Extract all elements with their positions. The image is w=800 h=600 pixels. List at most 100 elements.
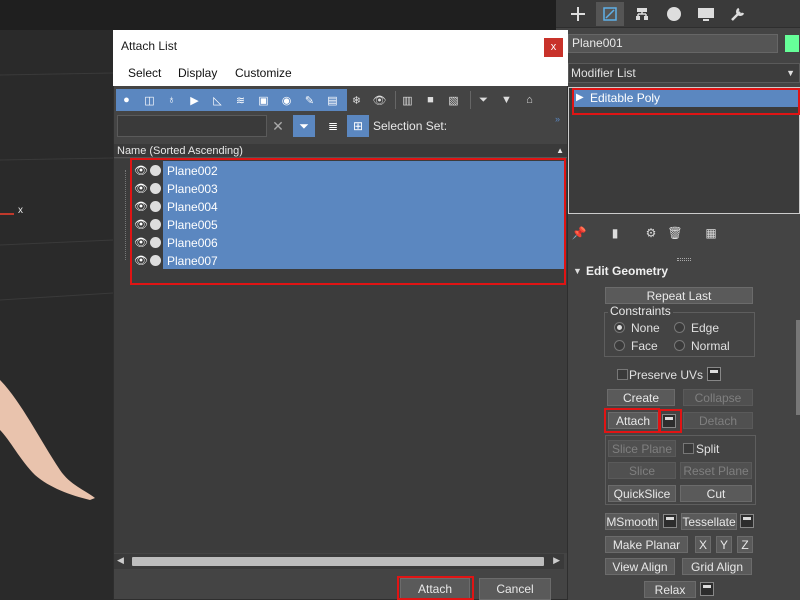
constraint-face-label: Face bbox=[631, 339, 658, 353]
object-name-field[interactable]: Plane001 bbox=[568, 34, 778, 53]
panel-grip[interactable] bbox=[677, 258, 691, 261]
tessellate-settings-button[interactable] bbox=[740, 514, 754, 528]
split-label: Split bbox=[696, 442, 720, 456]
select-invert-icon[interactable]: ▧ bbox=[444, 90, 463, 110]
toolbar-separator bbox=[470, 91, 471, 109]
display-icon[interactable] bbox=[692, 2, 720, 26]
show-end-result-icon[interactable]: ▮ bbox=[606, 224, 624, 242]
select-none-icon[interactable]: ■ bbox=[421, 90, 440, 110]
create-button[interactable]: Create bbox=[607, 389, 675, 406]
cut-button[interactable]: Cut bbox=[680, 485, 752, 502]
geometry-filter-icon[interactable]: ● bbox=[117, 90, 136, 110]
scroll-left-icon[interactable]: ◀ bbox=[117, 555, 124, 566]
constraint-edge-radio[interactable] bbox=[674, 322, 685, 333]
highlight-box-stack-item bbox=[572, 88, 800, 115]
preserve-uvs-settings-button[interactable] bbox=[707, 367, 721, 381]
detach-button[interactable]: Detach bbox=[683, 412, 753, 429]
preserve-uvs-checkbox[interactable] bbox=[617, 369, 628, 380]
tree-line bbox=[125, 170, 126, 260]
layers-toolbar-icon[interactable]: ⌂ bbox=[520, 90, 539, 110]
make-planar-y-button[interactable]: Y bbox=[716, 536, 732, 553]
highlight-box-attach-list bbox=[659, 409, 682, 433]
spacewarps-filter-icon[interactable]: ≋ bbox=[231, 90, 250, 110]
preserve-uvs-label: Preserve UVs bbox=[629, 368, 704, 382]
constraint-none-radio[interactable] bbox=[614, 322, 625, 333]
highlight-box-attach-dialog bbox=[397, 576, 474, 600]
name-column-header[interactable]: Name (Sorted Ascending) ▲ bbox=[114, 144, 567, 158]
xrefs-filter-icon[interactable]: ◉ bbox=[277, 90, 296, 110]
hidden-eye-icon[interactable]: 👁 bbox=[370, 90, 389, 110]
quickslice-button[interactable]: QuickSlice bbox=[608, 485, 676, 502]
scroll-right-icon[interactable]: ▶ bbox=[553, 555, 560, 566]
dialog-cancel-button[interactable]: Cancel bbox=[479, 578, 551, 600]
layers-icon[interactable]: ≣ bbox=[322, 115, 344, 137]
rollout-collapse-icon[interactable]: ▼ bbox=[573, 266, 582, 276]
configure-modifier-sets-icon[interactable]: ▦ bbox=[702, 224, 720, 242]
toolbar-separator bbox=[395, 91, 396, 109]
helpers-filter-icon[interactable]: ◺ bbox=[208, 90, 227, 110]
object-color-swatch[interactable] bbox=[784, 34, 800, 53]
bones-filter-icon[interactable]: ✎ bbox=[300, 90, 319, 110]
search-input[interactable] bbox=[117, 115, 267, 137]
make-planar-x-button[interactable]: X bbox=[695, 536, 711, 553]
constraint-face-radio[interactable] bbox=[614, 340, 625, 351]
command-panel-scrollbar[interactable] bbox=[796, 320, 800, 415]
make-unique-icon[interactable]: ⚙ bbox=[642, 224, 660, 242]
remove-modifier-icon[interactable]: 🗑 bbox=[666, 224, 684, 242]
filter-funnel-icon[interactable]: ⏷ bbox=[474, 90, 493, 110]
rollout-title[interactable]: Edit Geometry bbox=[586, 264, 668, 278]
pin-stack-icon[interactable]: 📌 bbox=[570, 224, 588, 242]
clear-search-icon[interactable]: ✕ bbox=[270, 117, 286, 135]
filter-by-selection-icon[interactable]: ⏷ bbox=[293, 115, 315, 137]
groups-filter-icon[interactable]: ▣ bbox=[254, 90, 273, 110]
make-planar-button[interactable]: Make Planar bbox=[605, 536, 688, 553]
menu-customize[interactable]: Customize bbox=[235, 66, 292, 80]
command-panel-tabs bbox=[556, 0, 800, 28]
stack-toolbar: 📌 ▮ ⚙ 🗑 ▦ bbox=[568, 222, 800, 244]
containers-filter-icon[interactable]: ▤ bbox=[323, 90, 342, 110]
relax-settings-button[interactable] bbox=[700, 582, 714, 596]
hierarchy-icon[interactable] bbox=[628, 2, 656, 26]
scroll-thumb[interactable] bbox=[132, 557, 544, 566]
collapse-button[interactable]: Collapse bbox=[683, 389, 753, 406]
menu-select[interactable]: Select bbox=[128, 66, 161, 80]
split-checkbox[interactable] bbox=[683, 443, 694, 454]
constraint-normal-radio[interactable] bbox=[674, 340, 685, 351]
view-align-button[interactable]: View Align bbox=[605, 558, 675, 575]
lights-filter-icon[interactable]: ♁ bbox=[162, 90, 181, 110]
cameras-filter-icon[interactable]: ▶ bbox=[185, 90, 204, 110]
filter-toolbar: ● ◫ ♁ ▶ ◺ ≋ ▣ ◉ ✎ ▤ ❄ 👁 ▥ ■ ▧ ⏷ ▼ ⌂ bbox=[115, 88, 565, 112]
expand-chevron-icon[interactable]: » bbox=[555, 114, 560, 124]
column-header-label: Name (Sorted Ascending) bbox=[117, 145, 243, 157]
utilities-icon[interactable] bbox=[724, 2, 752, 26]
close-icon[interactable]: x bbox=[544, 38, 563, 57]
dialog-menubar: Select Display Customize bbox=[113, 62, 568, 86]
constraints-label: Constraints bbox=[608, 304, 673, 318]
motion-icon[interactable] bbox=[660, 2, 688, 26]
frozen-icon[interactable]: ❄ bbox=[347, 90, 366, 110]
repeat-last-button[interactable]: Repeat Last bbox=[605, 287, 753, 304]
hand-model bbox=[0, 380, 95, 500]
hierarchy-view-icon[interactable]: ⊞ bbox=[347, 115, 369, 137]
slice-plane-button[interactable]: Slice Plane bbox=[608, 440, 676, 457]
reset-plane-button[interactable]: Reset Plane bbox=[680, 462, 752, 479]
tessellate-button[interactable]: Tessellate bbox=[681, 513, 737, 530]
horizontal-scrollbar[interactable]: ◀ ▶ bbox=[114, 554, 564, 569]
menu-display[interactable]: Display bbox=[178, 66, 217, 80]
make-planar-z-button[interactable]: Z bbox=[737, 536, 753, 553]
select-all-icon[interactable]: ▥ bbox=[398, 90, 417, 110]
modifier-list-dropdown[interactable]: Modifier List ▼ bbox=[568, 63, 800, 83]
msmooth-settings-button[interactable] bbox=[663, 514, 677, 528]
relax-button[interactable]: Relax bbox=[644, 581, 696, 598]
create-icon[interactable] bbox=[564, 2, 592, 26]
filter-icon[interactable]: ▼ bbox=[497, 90, 516, 110]
msmooth-button[interactable]: MSmooth bbox=[605, 513, 659, 530]
slice-button[interactable]: Slice bbox=[608, 462, 676, 479]
sort-ascending-icon: ▲ bbox=[556, 146, 564, 155]
modify-icon[interactable] bbox=[596, 2, 624, 26]
modifier-list-label: Modifier List bbox=[571, 66, 636, 80]
grid-align-button[interactable]: Grid Align bbox=[682, 558, 752, 575]
axis-x-label: x bbox=[18, 205, 23, 216]
shapes-filter-icon[interactable]: ◫ bbox=[140, 90, 159, 110]
dialog-title[interactable]: Attach List bbox=[113, 30, 568, 62]
